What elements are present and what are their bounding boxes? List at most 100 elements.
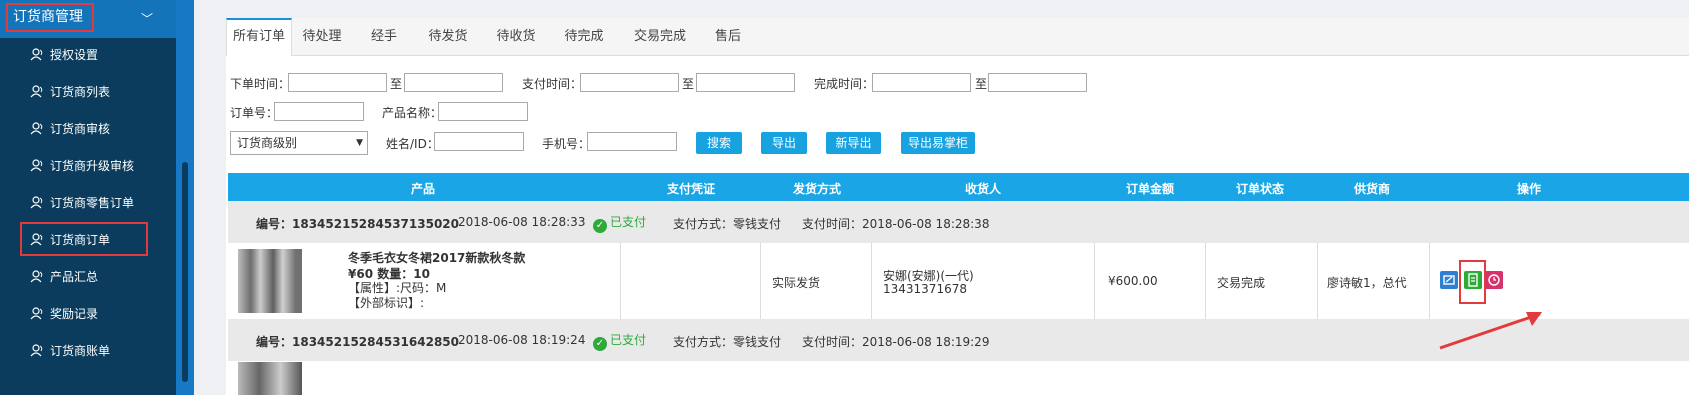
sidebar-scrollbar[interactable] xyxy=(176,0,194,395)
tab[interactable]: 待完成 xyxy=(550,18,618,55)
dropdown-arrow-icon: ▼ xyxy=(356,138,363,148)
check-circle-icon: ✓ xyxy=(593,337,607,351)
tab[interactable]: 待处理 xyxy=(290,18,354,55)
new-export-button[interactable]: 新导出 xyxy=(826,132,881,154)
sidebar-item-label: 订货商订单 xyxy=(50,233,111,247)
user-group-icon xyxy=(30,85,43,98)
product-name-label: 产品名称： xyxy=(382,106,443,120)
paid-status: ✓ 已支付 xyxy=(593,331,646,351)
highlight-box xyxy=(1459,260,1486,304)
sidebar-item-label: 授权设置 xyxy=(50,48,99,62)
col-pay-proof: 支付凭证 xyxy=(667,182,716,196)
sidebar-item[interactable]: 订货商账单 xyxy=(0,331,176,369)
product-name-input[interactable] xyxy=(438,102,528,121)
product-thumbnail[interactable] xyxy=(238,249,302,313)
edit-icon[interactable] xyxy=(1440,271,1458,289)
order-status: 交易完成 xyxy=(1217,276,1266,290)
sidebar-section-header[interactable]: 订货商管理 ﹀ xyxy=(0,0,176,38)
pay-time: 支付时间：2018-06-08 18:19:29 xyxy=(802,335,990,349)
product-thumbnail[interactable] xyxy=(238,362,302,395)
supplier-name: 廖诗敏1，总代 xyxy=(1327,276,1407,290)
tab[interactable]: 所有订单 xyxy=(226,18,292,56)
phone-input[interactable] xyxy=(587,132,677,151)
tab[interactable]: 待发货 xyxy=(414,18,482,55)
check-circle-icon: ✓ xyxy=(593,219,607,233)
pay-time-start-input[interactable] xyxy=(580,73,679,92)
scrollbar-thumb[interactable] xyxy=(182,162,188,382)
user-group-icon xyxy=(30,196,43,209)
status-cell: 交易完成 xyxy=(1205,243,1318,319)
tab[interactable]: 待收货 xyxy=(482,18,550,55)
done-time-label: 完成时间： xyxy=(814,77,875,91)
paid-label: 已支付 xyxy=(610,215,647,229)
col-receiver: 收货人 xyxy=(965,182,1002,196)
refund-icon[interactable] xyxy=(1485,271,1503,289)
annotation-arrow xyxy=(1439,312,1542,350)
user-group-icon xyxy=(30,159,43,172)
sidebar-item[interactable]: 订货商订单 xyxy=(0,220,176,258)
order-created: 2018-06-08 18:19:24 xyxy=(458,333,586,347)
sidebar-section-title[interactable]: 订货商管理 xyxy=(6,3,94,32)
done-time-end-input[interactable] xyxy=(988,73,1087,92)
sidebar-item[interactable]: 订货商升级审核 xyxy=(0,146,176,184)
order-time-end-input[interactable] xyxy=(404,73,503,92)
sidebar-item[interactable]: 订货商列表 xyxy=(0,72,176,110)
sidebar-item[interactable]: 奖励记录 xyxy=(0,294,176,332)
amount-cell: ¥600.00 xyxy=(1094,243,1206,319)
col-supplier: 供货商 xyxy=(1354,182,1391,196)
tab[interactable]: 交易完成 xyxy=(618,18,702,55)
sidebar-item[interactable]: 订货商审核 xyxy=(0,109,176,147)
order-created: 2018-06-08 18:28:33 xyxy=(458,215,586,229)
product-title[interactable]: 冬季毛衣女冬裙2017新款秋冬款 xyxy=(348,249,525,266)
order-number: 编号：18345215284537135020 xyxy=(256,217,459,231)
order-no-label: 订单号： xyxy=(230,106,279,120)
shipping-cell: 实际发货 xyxy=(760,243,872,319)
order-no-input[interactable] xyxy=(274,102,364,121)
pay-time-end-input[interactable] xyxy=(696,73,795,92)
sidebar-item-label: 订货商列表 xyxy=(50,85,111,99)
to-label: 至 xyxy=(390,77,403,91)
sidebar-item[interactable]: 授权设置 xyxy=(0,35,176,73)
sidebar-item-label: 订货商零售订单 xyxy=(50,196,135,210)
user-group-icon xyxy=(30,270,43,283)
sidebar-item-label: 订货商账单 xyxy=(50,344,111,358)
receiver-cell: 安娜(安娜)(一代) 13431371678 xyxy=(871,243,1095,319)
export-button[interactable]: 导出 xyxy=(761,132,807,154)
order-header: 编号：18345215284537135020 2018-06-08 18:28… xyxy=(228,201,1689,243)
paid-label: 已支付 xyxy=(610,333,647,347)
shipping-method: 实际发货 xyxy=(772,276,821,290)
paid-status: ✓ 已支付 xyxy=(593,213,646,233)
user-group-icon xyxy=(30,233,43,246)
col-status: 订单状态 xyxy=(1236,182,1285,196)
order-tabs: 所有订单 待处理 经手 待发货 待收货 待完成 交易完成 售后 xyxy=(226,18,1689,56)
order-amount: ¥600.00 xyxy=(1108,274,1158,288)
search-button[interactable]: 搜索 xyxy=(696,132,742,154)
dealer-level-select[interactable]: 订货商级别 ▼ xyxy=(230,131,368,155)
sidebar-item-label: 奖励记录 xyxy=(50,307,99,321)
to-label: 至 xyxy=(682,77,695,91)
sidebar-item[interactable]: 订货商零售订单 xyxy=(0,183,176,221)
col-actions: 操作 xyxy=(1517,182,1542,196)
done-time-start-input[interactable] xyxy=(872,73,971,92)
order-number: 编号：18345215284531642850 xyxy=(256,335,459,349)
sidebar-item[interactable]: 产品汇总 xyxy=(0,257,176,295)
sidebar-item-label: 订货商审核 xyxy=(50,122,111,136)
order-time-start-input[interactable] xyxy=(288,73,387,92)
user-group-icon xyxy=(30,344,43,357)
user-group-icon xyxy=(30,48,43,61)
tab[interactable]: 售后 xyxy=(702,18,754,55)
receiver-phone: 13431371678 xyxy=(883,282,967,296)
order-time-label: 下单时间： xyxy=(230,77,291,91)
product-cell: 冬季毛衣女冬裙2017新款秋冬款 ¥60 数量：10 【属性】:尺码：M 【外部… xyxy=(228,243,621,319)
name-id-input[interactable] xyxy=(434,132,524,151)
col-amount: 订单金额 xyxy=(1126,182,1175,196)
to-label: 至 xyxy=(975,77,988,91)
export-easy-button[interactable]: 导出易掌柜 xyxy=(901,132,975,154)
user-group-icon xyxy=(30,122,43,135)
chevron-down-icon[interactable]: ﹀ xyxy=(141,10,153,27)
tab[interactable]: 经手 xyxy=(354,18,414,55)
table-header: 产品 支付凭证 发货方式 收货人 订单金额 订单状态 供货商 操作 xyxy=(228,173,1689,201)
pay-time: 支付时间：2018-06-08 18:28:38 xyxy=(802,217,990,231)
sidebar-item-label: 订货商升级审核 xyxy=(50,159,135,173)
sidebar-item-label: 产品汇总 xyxy=(50,270,99,284)
